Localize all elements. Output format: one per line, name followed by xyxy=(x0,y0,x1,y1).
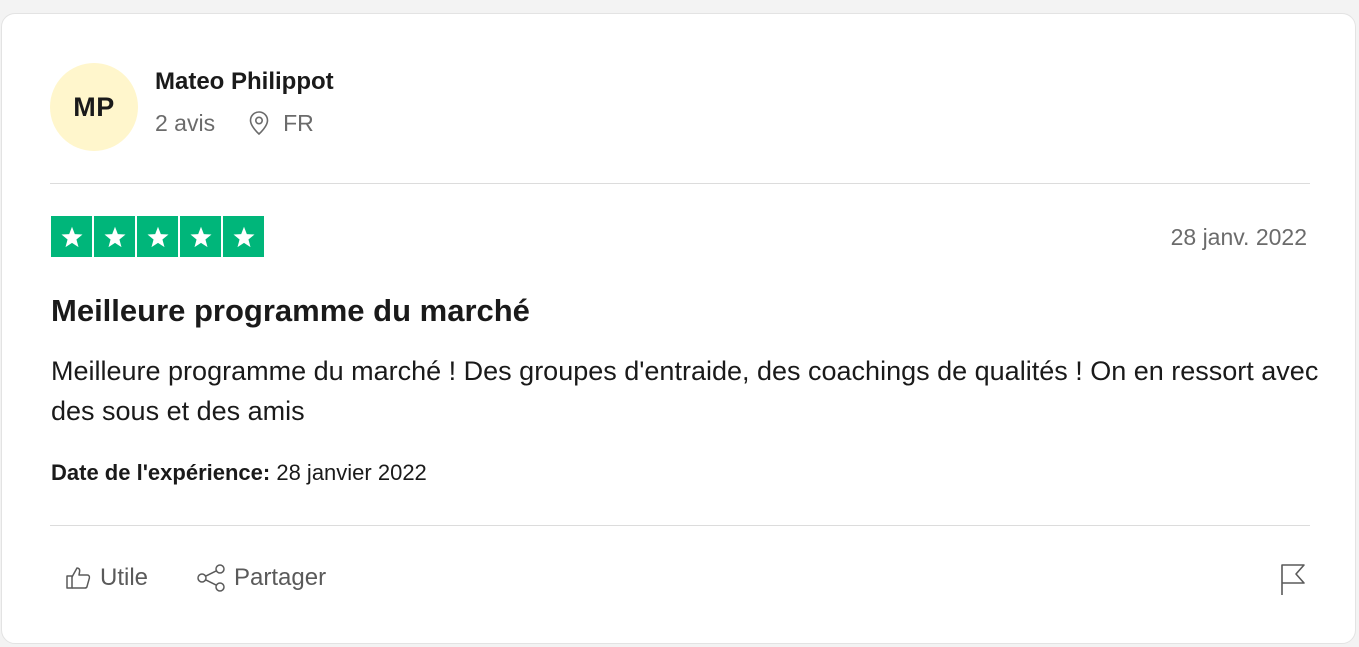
reviewer-info: Mateo Philippot 2 avis FR xyxy=(155,68,334,137)
review-card: MP Mateo Philippot 2 avis FR 28 janv. 20… xyxy=(1,13,1356,644)
avatar-initials: MP xyxy=(73,91,115,122)
location-pin-icon xyxy=(249,111,269,136)
star-rating xyxy=(51,216,264,257)
divider xyxy=(50,525,1310,526)
reviewer-name[interactable]: Mateo Philippot xyxy=(155,67,334,97)
flag-icon xyxy=(1281,564,1305,595)
reviewer-header: MP Mateo Philippot 2 avis FR xyxy=(50,62,334,152)
experience-value: 28 janvier 2022 xyxy=(276,460,427,485)
share-button[interactable]: Partager xyxy=(196,563,326,593)
star-icon xyxy=(180,216,221,257)
reviewer-location: FR xyxy=(247,109,314,137)
report-button[interactable] xyxy=(1279,562,1307,601)
avatar[interactable]: MP xyxy=(50,63,138,151)
share-icon xyxy=(197,564,225,592)
star-icon xyxy=(51,216,92,257)
review-date: 28 janv. 2022 xyxy=(1170,224,1307,250)
country-code: FR xyxy=(283,110,314,136)
star-icon xyxy=(137,216,178,257)
star-icon xyxy=(223,216,264,257)
share-label: Partager xyxy=(234,564,327,591)
review-body: Meilleure programme du marché ! Des grou… xyxy=(51,356,1319,426)
experience-label: Date de l'expérience: xyxy=(51,460,271,485)
review-title[interactable]: Meilleure programme du marché xyxy=(51,291,530,331)
divider xyxy=(50,183,1310,184)
review-count: 2 avis xyxy=(155,110,216,136)
thumbs-up-icon xyxy=(66,567,91,589)
useful-label: Utile xyxy=(100,564,149,591)
review-actions: Utile Partager xyxy=(64,563,326,593)
experience-date: Date de l'expérience: 28 janvier 2022 xyxy=(51,459,427,487)
useful-button[interactable]: Utile xyxy=(64,563,148,593)
reviewer-meta: 2 avis FR xyxy=(155,109,334,137)
star-icon xyxy=(94,216,135,257)
